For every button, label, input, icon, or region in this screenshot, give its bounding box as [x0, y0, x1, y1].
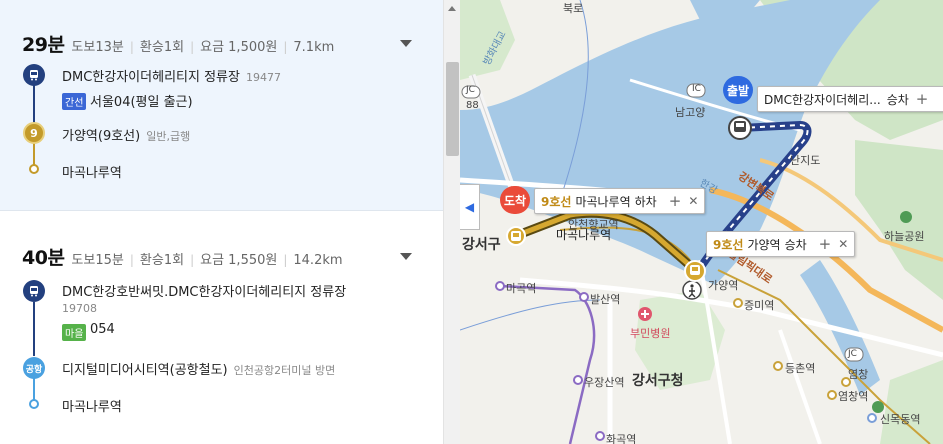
transfer-station: 디지털미디어시티역(공항철도) 인천공항2터미널 방면 [62, 363, 336, 378]
map-label: 하늘공원 [884, 230, 925, 243]
map-label: 남고양 [675, 106, 706, 119]
callout-station-name: 마곡나루역 [575, 194, 631, 209]
destination-station: 마곡나루역 [62, 400, 122, 415]
destination-dot-icon [29, 399, 39, 409]
walk-time: 도보13분 [71, 40, 124, 55]
plus-icon[interactable]: + [669, 192, 682, 210]
map-label: 가양역 [708, 279, 739, 292]
route-summary: 40분 도보15분 | 환승1회 | 요금 1,550원 | 14.2km [22, 243, 343, 270]
bus-icon [23, 64, 45, 86]
callout-action: 승차 [784, 237, 807, 252]
map-label: 마곡역 [506, 282, 537, 295]
bus-number[interactable]: 서울04(평일 출근) [90, 91, 193, 110]
route-time: 40분 [22, 247, 65, 269]
map-label: 화곡역 [606, 433, 637, 444]
map-label: 발산역 [590, 293, 621, 306]
expand-chevron-icon[interactable] [400, 40, 412, 47]
map-canvas [460, 0, 943, 444]
scroll-up-arrow-icon[interactable] [448, 6, 456, 11]
map-label: 북로 [563, 2, 584, 15]
map-label: 강서구청 [632, 373, 684, 389]
end-callout[interactable]: 9호선 마곡나루역 하차 + ✕ [534, 188, 706, 214]
map-label: 난지도 [790, 154, 821, 167]
callout-action: 승차 [886, 92, 909, 107]
transfer-callout[interactable]: 9호선 가양역 승차 + ✕ [706, 231, 856, 257]
distance: 14.2km [293, 253, 343, 268]
bus-icon [23, 280, 45, 302]
end-pin[interactable]: 도착 [500, 186, 530, 214]
route-option-1[interactable]: 29분 도보13분 | 환승1회 | 요금 1,500원 | 7.1km DMC한강자… [0, 0, 443, 211]
route-time: 29분 [22, 34, 65, 56]
bus-number[interactable]: 054 [90, 322, 115, 337]
map-label: 우장산역 [584, 376, 625, 389]
start-pin[interactable]: 출발 [723, 76, 753, 104]
callout-line: 9호선 [541, 194, 572, 209]
expand-chevron-icon[interactable] [400, 253, 412, 260]
callout-line: 9호선 [713, 237, 744, 252]
map-label: JC [848, 349, 857, 359]
callout-stop-name: DMC한강자이더헤리... [764, 92, 881, 107]
map-label: 강서구 [462, 237, 501, 253]
stop-id: 19708 [62, 302, 97, 315]
map-label: 88 [466, 100, 479, 111]
route-option-2[interactable]: 40분 도보15분 | 환승1회 | 요금 1,550원 | 14.2km DMC한강… [0, 211, 443, 444]
plus-icon[interactable]: + [819, 235, 832, 253]
boarding-stop: DMC한강호반써밋.DMC한강자이더헤리티지 정류장 [62, 285, 347, 300]
fare: 요금 1,550원 [200, 253, 278, 268]
map-label: 부민병원 [630, 327, 671, 340]
map-label: 염창역 [838, 390, 869, 403]
collapse-panel-button[interactable]: ◀ [460, 184, 480, 230]
bus-segment-line [33, 302, 35, 356]
callout-action: 하차 [634, 194, 657, 209]
map-label: 염창 [848, 368, 869, 381]
walk-time: 도보15분 [71, 253, 124, 268]
map-view[interactable]: ◀ 북로 방화대교 JC 88 IC 남고양 난지도 한강 강변북로 올림픽대로… [460, 0, 943, 444]
destination-station: 마곡나루역 [62, 166, 122, 181]
map-label: 신목동역 [880, 413, 921, 426]
close-icon[interactable]: ✕ [688, 194, 698, 208]
callout-station-name: 가양역 [747, 237, 781, 252]
transfer-count: 환승1회 [139, 40, 185, 55]
start-callout[interactable]: DMC한강자이더헤리... 승차 + [757, 86, 943, 112]
route-summary: 29분 도보13분 | 환승1회 | 요금 1,500원 | 7.1km [22, 30, 334, 57]
chevron-left-icon: ◀ [464, 200, 475, 214]
map-label: JC [466, 85, 475, 95]
distance: 7.1km [293, 40, 335, 55]
transfer-count: 환승1회 [139, 253, 185, 268]
airport-railroad-icon: 공항 [23, 357, 45, 379]
destination-dot-icon [29, 164, 39, 174]
map-label-destination: 마곡나루역 [556, 228, 612, 242]
map-label: IC [692, 84, 701, 94]
transfer-station: 가양역(9호선) 일반,급행 [62, 129, 191, 144]
map-label: 증미역 [744, 299, 775, 312]
route-list-panel: 29분 도보13분 | 환승1회 | 요금 1,500원 | 7.1km DMC한강자… [0, 0, 443, 444]
plus-icon[interactable]: + [916, 90, 929, 108]
subway-line-9-icon: 9 [23, 122, 45, 144]
close-icon[interactable]: ✕ [838, 237, 848, 251]
bus-type-badge: 간선 [62, 93, 87, 110]
bus-type-badge: 마을 [62, 324, 87, 341]
scrollbar-thumb[interactable] [446, 62, 459, 156]
boarding-stop: DMC한강자이더헤리티지 정류장 19477 [62, 70, 281, 85]
fare: 요금 1,500원 [200, 40, 278, 55]
scrollbar[interactable] [443, 0, 460, 444]
map-label: 등촌역 [785, 362, 816, 375]
